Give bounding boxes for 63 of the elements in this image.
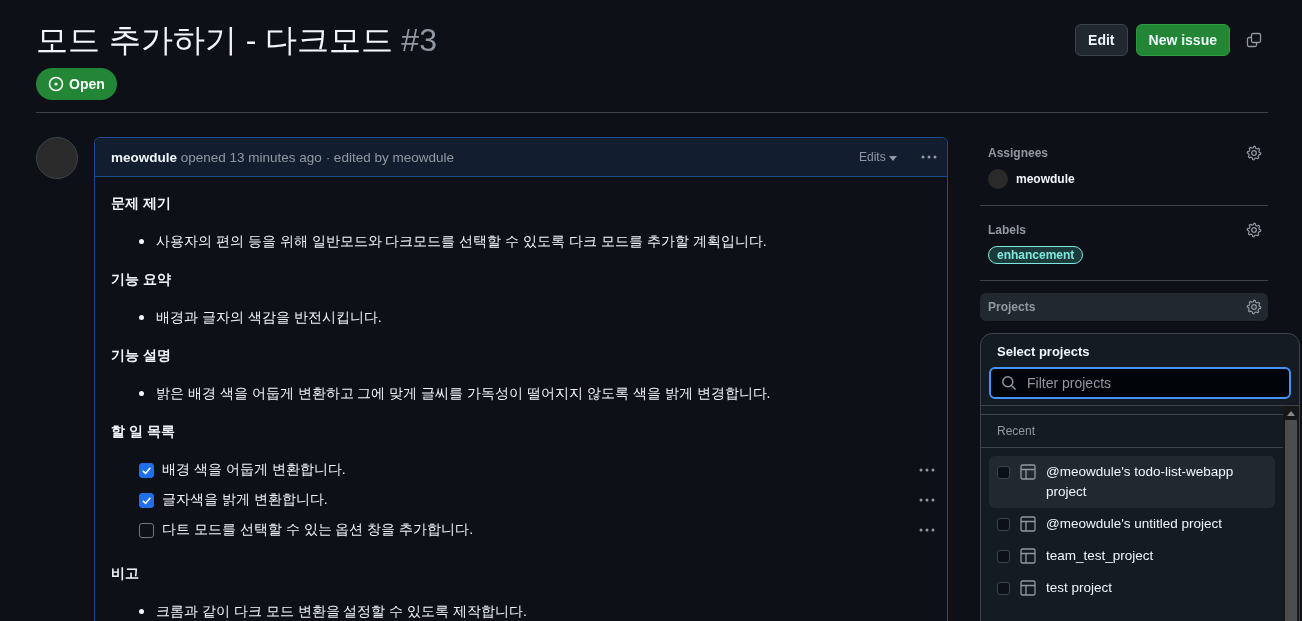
task-text: 글자색을 밝게 변환합니다. (162, 491, 329, 509)
option-checkbox[interactable] (997, 466, 1010, 479)
settings-icon[interactable] (1246, 299, 1262, 315)
scrollbar[interactable] (1283, 406, 1299, 621)
check-icon (141, 494, 152, 506)
caret-icon (889, 156, 897, 161)
list-item: 밝은 배경 색을 어둡게 변환하고 그에 맞게 글씨를 가독성이 떨어지지 않도록 색을 밝게 변경합니다. (156, 384, 771, 403)
option-checkbox[interactable] (997, 582, 1010, 595)
new-issue-button[interactable]: New issue (1135, 24, 1230, 56)
bullet-dot (139, 238, 144, 244)
project-option[interactable]: test project (989, 572, 1275, 604)
check-icon (141, 464, 152, 476)
project-option[interactable]: @meowdule's untitled project (989, 508, 1275, 540)
table-icon (1020, 464, 1036, 480)
settings-icon[interactable] (1246, 145, 1262, 161)
bullet-dot (139, 608, 144, 614)
copy-icon[interactable] (1246, 32, 1262, 48)
section-label: Recent (981, 415, 1283, 448)
edit-button[interactable]: Edit (1075, 24, 1128, 56)
option-checkbox[interactable] (997, 550, 1010, 563)
task-text: 배경 색을 어둡게 변환합니다. (162, 461, 347, 479)
more-options-icon[interactable] (919, 528, 935, 532)
project-option[interactable]: @meowdule's todo-list-webapp project (989, 456, 1275, 508)
filter-field[interactable]: Filter projects (989, 367, 1291, 399)
search-icon (1001, 375, 1017, 391)
scroll-up-arrow-icon[interactable] (1287, 411, 1295, 416)
assignees-heading: Assignees (988, 146, 1049, 160)
issue-number: #3 (401, 22, 437, 58)
project-option[interactable]: team_test_project (989, 540, 1275, 572)
projects-header[interactable]: Projects (980, 293, 1268, 321)
list-item: 배경과 글자의 색감을 반전시킵니다. (156, 308, 382, 327)
more-options-icon[interactable] (919, 498, 935, 502)
section-heading: 할 일 목록 (111, 422, 176, 441)
comment-byline: meowdule opened 13 minutes ago · edited by meowdule (111, 149, 455, 165)
table-icon (1020, 516, 1036, 532)
list-item: 사용자의 편의 등을 위해 일반모드와 다크모드를 선택할 수 있도록 다크 모드를 추가할 계획입니다. (156, 232, 767, 251)
section-heading: 기능 설명 (111, 346, 172, 365)
list-item: 크롬과 같이 다크 모드 변환을 설정할 수 있도록 제작합니다. (156, 602, 527, 621)
labels-heading: Labels (988, 223, 1026, 237)
more-options-icon[interactable] (919, 468, 935, 472)
task-checkbox[interactable] (139, 462, 154, 478)
user-avatar (988, 169, 1008, 189)
edits-dropdown[interactable]: Edits (859, 150, 897, 164)
table-icon (1020, 580, 1036, 596)
issue-title: 모드 추가하기 - 다크모드 (36, 22, 394, 58)
table-icon (1020, 548, 1036, 564)
state-badge: Open (36, 68, 117, 100)
settings-icon[interactable] (1246, 222, 1262, 238)
assignee-name[interactable]: meowdule (1016, 172, 1075, 186)
bullet-dot (139, 314, 144, 320)
task-text: 다트 모드를 선택할 수 있는 옵션 창을 추가합니다. (162, 521, 475, 539)
task-checkbox[interactable] (139, 492, 154, 508)
bullet-dot (139, 390, 144, 396)
task-checkbox[interactable] (139, 522, 154, 538)
open-circle-icon (48, 76, 64, 92)
section-heading: 기능 요약 (111, 270, 172, 289)
section-heading: 문제 제기 (111, 194, 172, 213)
more-options-icon[interactable] (921, 155, 937, 159)
projects-heading: Projects (988, 300, 1036, 314)
section-heading: 비고 (111, 564, 140, 583)
label-tag[interactable]: enhancement (988, 246, 1084, 264)
menu-title: Select projects (996, 343, 1091, 361)
option-checkbox[interactable] (997, 518, 1010, 531)
